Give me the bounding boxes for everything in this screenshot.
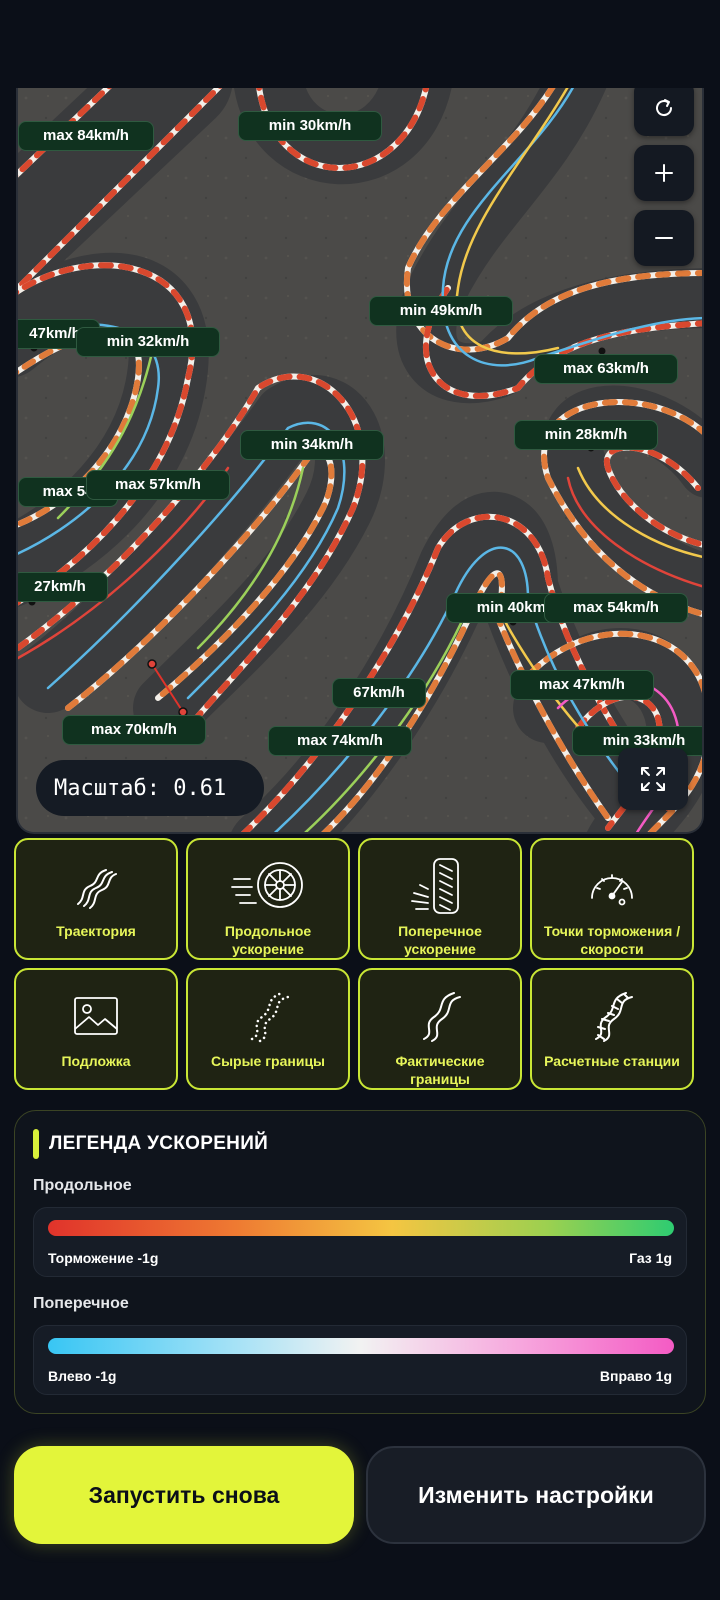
speed-label: min 34km/h (240, 430, 384, 460)
run-again-button[interactable]: Запустить снова (14, 1446, 354, 1544)
speed-label: min 49km/h (369, 296, 513, 326)
lateral-gradient (48, 1338, 674, 1354)
layer-label: Фактические границы (395, 1053, 485, 1087)
layer-underlay-button[interactable]: Подложка (14, 968, 178, 1090)
speed-label: max 54km/h (544, 593, 688, 623)
longitudinal-gradient (48, 1220, 674, 1236)
minus-icon (655, 237, 673, 239)
longitudinal-scale: Торможение -1g Газ 1g (33, 1207, 687, 1277)
path-icon (423, 992, 461, 1042)
layer-braking-points-button[interactable]: Точки торможения / скорости (530, 838, 694, 960)
speed-label: max 84km/h (18, 121, 154, 151)
zoom-out-button[interactable] (634, 210, 694, 266)
fullscreen-button[interactable] (618, 748, 688, 810)
tire-side-icon (411, 858, 459, 914)
speed-label: max 70km/h (62, 715, 206, 745)
layer-label: Подложка (61, 1053, 131, 1069)
track-map[interactable]: max 84km/h min 30km/h min 49km/h 47km/h … (16, 88, 704, 834)
status-bar-area (0, 0, 720, 88)
acceleration-legend: ЛЕГЕНДА УСКОРЕНИЙ Продольное Торможение … (14, 1110, 706, 1414)
layer-longitudinal-button[interactable]: Продольное ускорение (186, 838, 350, 960)
speed-label: 27km/h (18, 572, 108, 602)
layer-actual-bounds-button[interactable]: Фактические границы (358, 968, 522, 1090)
image-icon (74, 997, 118, 1035)
gas-label: Газ 1g (629, 1250, 672, 1266)
dotted-path-icon (250, 991, 290, 1043)
layer-label: Траектория (56, 923, 136, 939)
left-label: Влево -1g (48, 1368, 117, 1384)
layer-lateral-button[interactable]: Поперечное ускорение (358, 838, 522, 960)
layer-stations-button[interactable]: Расчетные станции (530, 968, 694, 1090)
wheel-icon (231, 862, 303, 908)
longitudinal-label: Продольное (33, 1177, 132, 1194)
speed-label: max 57km/h (86, 470, 230, 500)
scale-indicator: Масштаб: 0.61 (36, 760, 264, 816)
layer-trajectory-button[interactable]: Траектория (14, 838, 178, 960)
legend-accent (33, 1129, 39, 1159)
speed-label: min 28km/h (514, 420, 658, 450)
speed-label: min 32km/h (76, 327, 220, 357)
brake-label: Торможение -1g (48, 1250, 159, 1266)
refresh-icon (656, 99, 673, 117)
layer-label: Расчетные станции (544, 1053, 680, 1069)
layer-raw-bounds-button[interactable]: Сырые границы (186, 968, 350, 1090)
legend-title: ЛЕГЕНДА УСКОРЕНИЙ (49, 1133, 269, 1154)
change-settings-button[interactable]: Изменить настройки (366, 1446, 706, 1544)
speed-label: min 30km/h (238, 111, 382, 141)
speed-label: max 47km/h (510, 670, 654, 700)
lateral-scale: Влево -1g Вправо 1g (33, 1325, 687, 1395)
expand-icon (641, 767, 665, 791)
plus-icon (655, 164, 673, 182)
trajectory-icon (77, 869, 117, 909)
layer-label: Поперечное ускорение (398, 923, 482, 957)
layer-label: Продольное ускорение (224, 923, 312, 957)
speed-label: max 63km/h (534, 354, 678, 384)
stations-icon (595, 992, 633, 1042)
reset-view-button[interactable] (634, 88, 694, 136)
speedometer-icon (591, 874, 633, 906)
right-label: Вправо 1g (599, 1368, 672, 1384)
layer-label: Сырые границы (210, 1053, 326, 1069)
speed-label: max 74km/h (268, 726, 412, 756)
speed-label: 67km/h (332, 678, 426, 708)
zoom-in-button[interactable] (634, 145, 694, 201)
layer-label: Точки торможения / скорости (543, 923, 681, 957)
lateral-label: Поперечное (33, 1295, 129, 1312)
